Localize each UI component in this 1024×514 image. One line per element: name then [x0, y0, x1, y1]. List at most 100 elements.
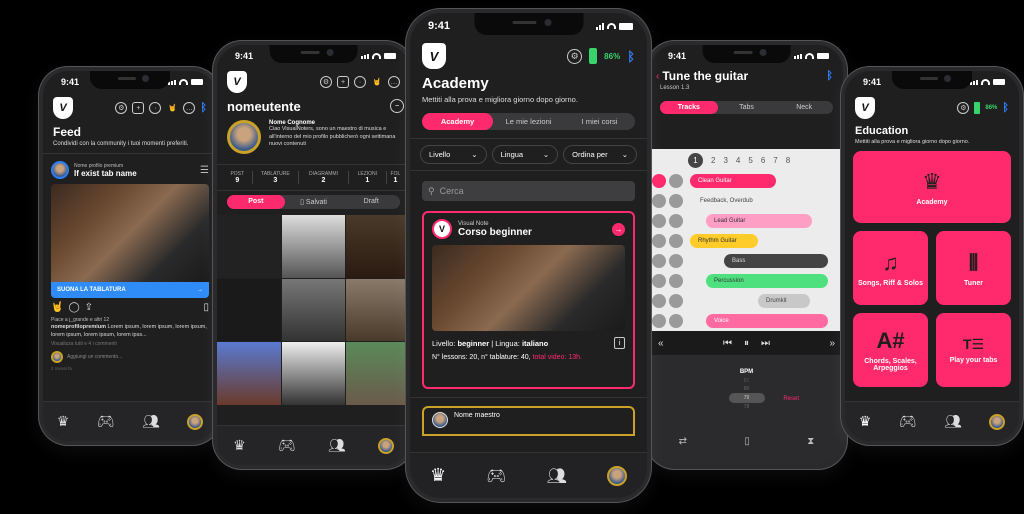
tab-neck[interactable]: Neck: [775, 101, 833, 114]
community-icon[interactable]: 👥︎: [547, 466, 567, 486]
tab-academy[interactable]: Academy: [422, 113, 493, 130]
bluetooth-icon[interactable]: ᛒ: [627, 49, 635, 64]
filter-ordina-per[interactable]: Ordina per ⌄: [563, 145, 638, 164]
track-drumkit[interactable]: Drumkit: [758, 294, 810, 308]
rock-hand-icon[interactable]: 🤘: [166, 102, 178, 114]
app-logo[interactable]: V: [855, 97, 875, 119]
stat-post[interactable]: POST 9: [223, 171, 252, 184]
crown-icon[interactable]: ♛: [233, 437, 246, 454]
add-comment-input[interactable]: Aggiungi un commento...: [67, 354, 122, 360]
rock-hand-icon[interactable]: 🤘: [371, 76, 383, 88]
visibility-off-icon[interactable]: [652, 194, 666, 208]
visibility-off-icon[interactable]: [652, 314, 666, 328]
community-icon[interactable]: 👥︎: [944, 413, 962, 430]
settings-icon[interactable]: ⚙: [320, 76, 332, 88]
reset-button[interactable]: Reset: [783, 396, 799, 402]
gamepad-icon[interactable]: 🎮︎: [486, 466, 506, 486]
stat-lezioni[interactable]: LEZIONI 1: [347, 171, 386, 184]
visibility-icon[interactable]: [652, 254, 666, 268]
measure[interactable]: 8: [786, 156, 790, 165]
profile-avatar[interactable]: [227, 120, 261, 154]
measure[interactable]: 5: [748, 156, 752, 165]
grid-post[interactable]: [217, 215, 281, 278]
add-icon[interactable]: +: [132, 102, 145, 114]
volume-icon[interactable]: [669, 294, 683, 308]
bluetooth-icon[interactable]: ᛒ: [200, 102, 207, 114]
measure[interactable]: 4: [736, 156, 740, 165]
previous-icon[interactable]: ⏮: [723, 338, 732, 349]
track-bass[interactable]: Bass: [724, 254, 828, 268]
stat-diagrammi[interactable]: DIAGRAMMI 2: [298, 171, 348, 184]
track-voice[interactable]: Voice: [706, 314, 828, 328]
profile-avatar[interactable]: [187, 413, 204, 430]
tab-i-miei-corsi[interactable]: I miei corsi: [564, 113, 635, 130]
chat-icon[interactable]: …: [183, 102, 196, 114]
tile-academy[interactable]: ♛ Academy: [853, 151, 1011, 223]
tile-chords[interactable]: A# Chords, Scales, Arpeggios: [853, 313, 928, 387]
track-clean-guitar[interactable]: Clean Guitar: [690, 174, 776, 188]
grid-post[interactable]: [281, 342, 346, 405]
grid-post[interactable]: [217, 278, 281, 342]
volume-icon[interactable]: [669, 254, 683, 268]
stat-followers[interactable]: FOL 1: [385, 171, 404, 184]
rewind-icon[interactable]: «: [658, 338, 664, 349]
avatar[interactable]: [51, 161, 69, 179]
tab-le-mie-lezioni[interactable]: Le mie lezioni: [493, 113, 564, 130]
course-card[interactable]: V Visual Note Corso beginner → Livello: b…: [422, 211, 635, 389]
measure[interactable]: 7: [773, 156, 777, 165]
search-input[interactable]: ⚲ Cerca: [422, 181, 635, 201]
filter-livello[interactable]: Livello ⌄: [420, 145, 487, 164]
volume-icon[interactable]: [669, 194, 683, 208]
community-icon[interactable]: 👥︎: [328, 437, 346, 454]
grid-post[interactable]: [217, 342, 281, 405]
app-logo[interactable]: V: [53, 97, 73, 119]
visibility-off-icon[interactable]: [652, 274, 666, 288]
crown-icon[interactable]: ♛: [430, 465, 446, 486]
loop-icon[interactable]: ⇄: [679, 436, 687, 447]
next-icon[interactable]: ⏭: [761, 338, 770, 349]
grid-post[interactable]: [281, 278, 346, 342]
profile-avatar[interactable]: [989, 413, 1006, 430]
grid-post[interactable]: [346, 278, 410, 342]
gamepad-icon[interactable]: 🎮︎: [278, 437, 296, 454]
measure-active[interactable]: 1: [688, 153, 703, 168]
measure[interactable]: 3: [723, 156, 727, 165]
bpm-option[interactable]: 80: [650, 385, 843, 393]
visibility-icon[interactable]: [652, 214, 666, 228]
crown-icon[interactable]: ♛: [57, 413, 70, 430]
track-lead-guitar[interactable]: Lead Guitar: [706, 214, 812, 228]
grid-post[interactable]: [346, 215, 410, 278]
bluetooth-icon[interactable]: ᛒ: [1002, 102, 1009, 114]
settings-icon[interactable]: ⚙: [567, 48, 583, 64]
grid-post[interactable]: [346, 342, 410, 405]
visibility-icon[interactable]: [652, 234, 666, 248]
tab-tracks[interactable]: Tracks: [660, 101, 718, 114]
tile-play-tabs[interactable]: T☰ Play your tabs: [936, 313, 1011, 387]
stat-tablature[interactable]: TABLATURE 3: [251, 171, 299, 184]
caption-user[interactable]: nomeprofilopremium: [51, 324, 106, 330]
track-rhythm-guitar[interactable]: Rhythm Guitar: [690, 234, 758, 248]
share-icon[interactable]: ⇪: [85, 302, 93, 313]
pause-icon[interactable]: ⏸: [744, 338, 749, 349]
tab-list-icon[interactable]: ☰: [200, 165, 209, 176]
track-feedback[interactable]: Feedback, Overdub: [692, 194, 753, 208]
teacher-course-card[interactable]: Nome maestro: [422, 406, 635, 436]
profile-avatar[interactable]: [377, 437, 394, 454]
metronome-icon[interactable]: ▯: [744, 436, 750, 447]
add-icon[interactable]: +: [337, 76, 349, 88]
gamepad-icon[interactable]: 🎮︎: [97, 413, 115, 430]
tab-draft[interactable]: Draft: [342, 195, 400, 209]
gamepad-icon[interactable]: 🎮︎: [899, 413, 917, 430]
arrow-right-icon[interactable]: →: [612, 222, 625, 236]
crown-icon[interactable]: ♛: [859, 413, 872, 430]
app-logo[interactable]: V: [227, 71, 247, 93]
volume-icon[interactable]: [669, 234, 683, 248]
bpm-option[interactable]: 81: [650, 377, 843, 385]
comment-icon[interactable]: ◯: [68, 302, 79, 313]
bpm-picker[interactable]: 79: [728, 393, 765, 403]
filter-lingua[interactable]: Lingua ⌄: [491, 145, 559, 164]
bluetooth-icon[interactable]: ᛒ: [826, 70, 833, 82]
play-tab-button[interactable]: SUONA LA TABLATURA →: [51, 282, 209, 298]
community-icon[interactable]: 👥︎: [142, 413, 160, 430]
tile-songs[interactable]: ♫ Songs, Riff & Solos: [853, 231, 928, 305]
